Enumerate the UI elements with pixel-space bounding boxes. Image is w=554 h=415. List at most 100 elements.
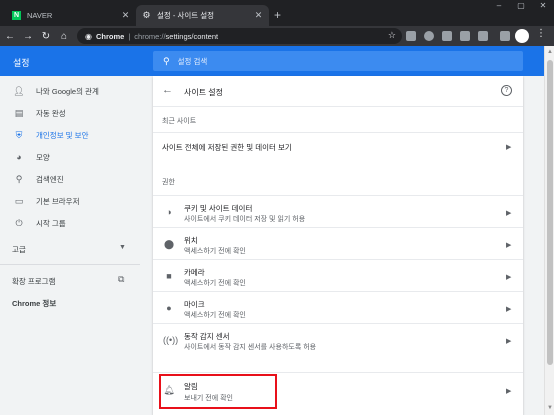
close-icon[interactable]: ✕ [121, 10, 130, 21]
arrow-right-icon: ▶ [506, 210, 512, 217]
row-title: 카메라 [184, 268, 205, 277]
back-icon[interactable]: ← [2, 28, 18, 44]
sidebar-divider [0, 264, 140, 265]
chevron-down-icon[interactable]: ▼ [119, 244, 126, 251]
tab-strip: N NAVER ✕ ⚙ 설정 - 사이트 설정 ✕ + – ▢ ✕ [0, 0, 554, 26]
sensor-icon: ((•)) [163, 335, 179, 345]
row-title: 위치 [184, 236, 198, 245]
tab-title: 설정 - 사이트 설정 [157, 11, 215, 20]
extension-icon[interactable] [460, 31, 470, 41]
clipboard-icon: ▤ [14, 107, 24, 118]
row-title: 사이트 전체에 저장된 권한 및 데이터 보기 [162, 143, 292, 152]
recent-sites-section: 최근 사이트 [153, 106, 523, 128]
sidebar-item-label: 개인정보 및 보안 [36, 130, 89, 140]
open-in-new-icon[interactable]: ⧉ [118, 274, 124, 285]
maximize-icon[interactable]: ▢ [510, 0, 532, 14]
gear-icon: ⚙ [142, 10, 151, 20]
shield-icon: ⛨ [15, 129, 23, 140]
sidebar-item-label: 검색엔진 [36, 174, 64, 184]
sidebar-item-label: 나와 Google의 관계 [36, 86, 99, 96]
row-subtitle: 액세스하기 전에 확인 [184, 312, 246, 319]
highlight-box [159, 374, 277, 409]
location-pin-icon: ⬤ [163, 239, 175, 249]
profile-avatar[interactable] [515, 29, 529, 43]
url-path: settings/content [165, 31, 219, 41]
settings-header: 설정 ⚲ 설정 검색 [0, 46, 544, 76]
extension-icon[interactable] [442, 31, 452, 41]
cookie-icon: ◑ [166, 207, 172, 217]
row-subtitle: 액세스하기 전에 확인 [184, 280, 246, 287]
scrollbar[interactable]: ▲ ▼ [544, 46, 554, 415]
sidebar-item-privacy[interactable]: ⛨ 개인정보 및 보안 [0, 124, 140, 146]
arrow-right-icon: ▶ [506, 242, 512, 249]
page-title: 설정 [13, 58, 30, 68]
sidebar-item-label: 자동 완성 [36, 108, 66, 118]
bookmark-star-icon[interactable]: ☆ [388, 30, 396, 41]
site-settings-card: ← 사이트 설정 ? 최근 사이트 사이트 전체에 저장된 권한 및 데이터 보… [153, 76, 523, 415]
sidebar-item-google[interactable]: 👤︎ 나와 Google의 관계 [0, 80, 140, 102]
minimize-icon[interactable]: – [488, 0, 510, 14]
row-subtitle: 사이트에서 동작 감지 센서를 사용하도록 허용 [184, 344, 317, 351]
sidebar-item-default-browser[interactable]: ▭ 기본 브라우저 [0, 190, 140, 212]
scroll-up-icon[interactable]: ▲ [546, 48, 554, 56]
url-host: chrome:// [134, 31, 166, 41]
extension-icon[interactable] [424, 31, 434, 41]
back-arrow-icon[interactable]: ← [162, 84, 173, 96]
permission-row-motion-sensors[interactable]: ((•)) 동작 감지 센서 사이트에서 동작 감지 센서를 사용하도록 허용 … [153, 323, 523, 355]
sidebar-item-label: 모양 [36, 152, 50, 162]
address-bar[interactable]: ◉ Chrome | chrome:// settings/content ☆ [77, 28, 402, 44]
search-placeholder: 설정 검색 [177, 56, 208, 66]
microphone-icon: ● [166, 303, 172, 313]
browser-icon: ▭ [14, 195, 24, 206]
sidebar-item-label: 기본 브라우저 [36, 196, 80, 206]
section-label: 권한 [162, 179, 175, 186]
scrollbar-thumb[interactable] [547, 60, 553, 365]
help-icon[interactable]: ? [501, 85, 512, 96]
card-title: 사이트 설정 [184, 88, 224, 97]
row-title: 마이크 [184, 300, 205, 309]
all-sites-row[interactable]: 사이트 전체에 저장된 권한 및 데이터 보기 ▶ [153, 132, 523, 160]
sidebar-item-appearance[interactable]: ◕ 모양 [0, 146, 140, 168]
sidebar-about-chrome[interactable]: Chrome 정보 [12, 298, 56, 309]
sidebar-item-on-startup[interactable]: ⏻ 시작 그룹 [0, 212, 140, 234]
permissions-section: 권한 [153, 172, 523, 192]
new-tab-button[interactable]: + [274, 8, 281, 22]
media-icon[interactable] [500, 31, 510, 41]
settings-search-input[interactable]: ⚲ 설정 검색 [153, 51, 523, 71]
window-close-icon[interactable]: ✕ [532, 0, 554, 14]
sidebar-item-search-engine[interactable]: ⚲ 검색엔진 [0, 168, 140, 190]
home-icon[interactable]: ⌂ [56, 28, 72, 44]
palette-icon: ◕ [16, 152, 22, 162]
power-icon: ⏻ [15, 217, 23, 228]
search-icon: ⚲ [15, 173, 23, 184]
arrow-right-icon: ▶ [506, 306, 512, 313]
sidebar-item-autofill[interactable]: ▤ 자동 완성 [0, 102, 140, 124]
permission-row-cookies[interactable]: ◑ 쿠키 및 사이트 데이터 사이트에서 쿠키 데이터 저장 및 읽기 허용 ▶ [153, 195, 523, 227]
close-icon[interactable]: ✕ [254, 10, 263, 21]
sidebar-advanced[interactable]: 고급 [12, 244, 26, 255]
extension-icon[interactable] [478, 31, 488, 41]
reload-icon[interactable]: ↻ [38, 28, 54, 44]
camera-icon: ■ [166, 271, 172, 281]
url-separator: | [128, 31, 131, 41]
row-title: 동작 감지 센서 [184, 332, 230, 341]
chrome-site-icon: ◉ [85, 31, 92, 41]
permission-row-microphone[interactable]: ● 마이크 액세스하기 전에 확인 ▶ [153, 291, 523, 323]
permission-row-location[interactable]: ⬤ 위치 액세스하기 전에 확인 ▶ [153, 227, 523, 259]
tab-settings[interactable]: ⚙ 설정 - 사이트 설정 ✕ [136, 5, 269, 26]
naver-logo-icon: N [12, 11, 21, 20]
row-subtitle: 액세스하기 전에 확인 [184, 248, 246, 255]
more-menu-icon[interactable]: ⋮ [536, 28, 546, 39]
tab-naver[interactable]: N NAVER ✕ [6, 5, 136, 26]
scroll-down-icon[interactable]: ▼ [546, 404, 554, 412]
forward-icon[interactable]: → [20, 28, 36, 44]
row-subtitle: 사이트에서 쿠키 데이터 저장 및 읽기 허용 [184, 216, 306, 223]
tab-title: NAVER [27, 11, 53, 20]
permission-row-camera[interactable]: ■ 카메라 액세스하기 전에 확인 ▶ [153, 259, 523, 291]
arrow-right-icon: ▶ [506, 274, 512, 281]
site-chip: Chrome [95, 31, 125, 41]
extension-icon[interactable] [406, 31, 416, 41]
sidebar-extensions[interactable]: 확장 프로그램 [12, 276, 55, 287]
arrow-right-icon: ▶ [506, 338, 512, 345]
arrow-right-icon: ▶ [506, 144, 512, 151]
